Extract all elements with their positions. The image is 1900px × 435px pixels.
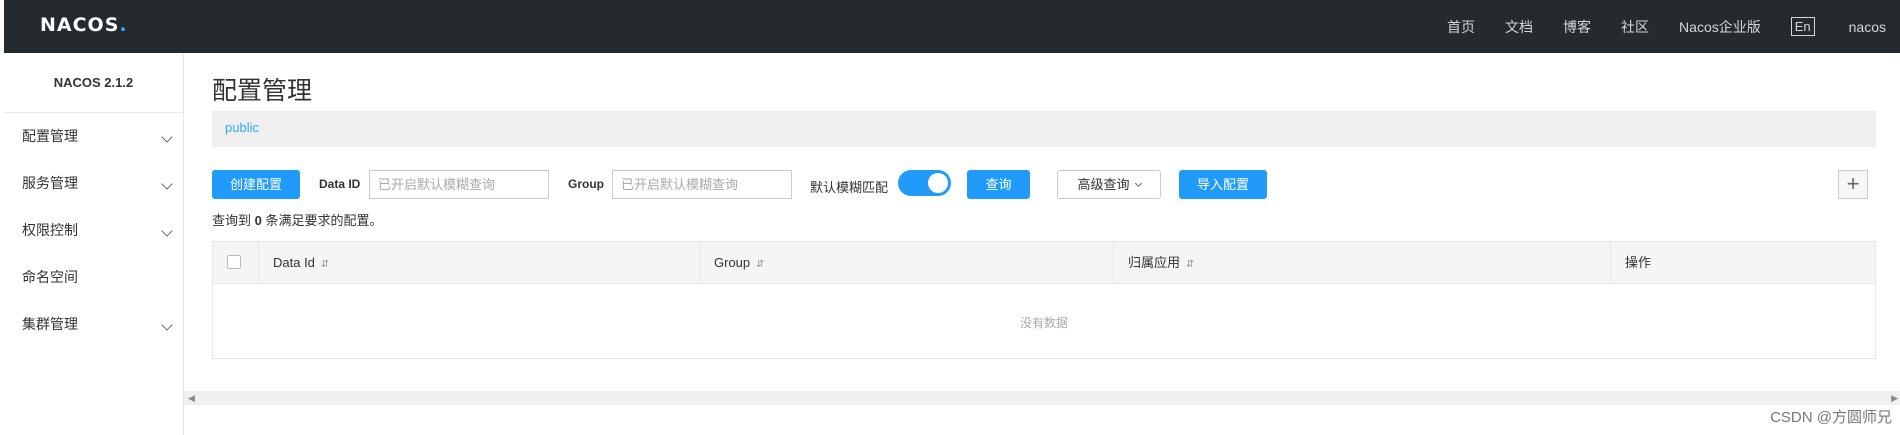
column-header-actions: 操作 xyxy=(1611,242,1875,284)
sidebar-item-label: 服务管理 xyxy=(22,175,78,191)
empty-state-text: 没有数据 xyxy=(1019,316,1068,330)
main-content: 配置管理 public 创建配置 Data ID Group 默认模糊匹配 查询… xyxy=(184,53,1900,435)
logo-dot: . xyxy=(119,14,128,36)
sort-icon[interactable]: ⇵ xyxy=(756,259,764,270)
advanced-search-dropdown[interactable]: 高级查询 xyxy=(1057,170,1161,199)
dataid-label: Data ID xyxy=(319,177,361,191)
namespace-public-link[interactable]: public xyxy=(225,120,259,135)
create-config-button[interactable]: 创建配置 xyxy=(212,170,300,199)
chevron-down-icon xyxy=(161,178,173,190)
column-header-dataid[interactable]: Data Id ⇵ xyxy=(259,242,700,284)
add-icon-button[interactable]: + xyxy=(1838,170,1868,199)
group-search-input[interactable] xyxy=(612,170,792,199)
logo-text: NACOS xyxy=(40,14,120,36)
namespace-bar: public xyxy=(212,111,1876,147)
fuzzy-match-toggle[interactable] xyxy=(898,170,951,196)
chevron-down-icon xyxy=(161,225,173,237)
column-label: Group xyxy=(714,255,751,270)
scroll-left-icon[interactable]: ◀ xyxy=(188,393,195,404)
result-summary: 查询到 0 条满足要求的配置。 xyxy=(212,210,383,229)
sidebar-version-title: NACOS 2.1.2 xyxy=(4,53,183,113)
result-prefix: 查询到 xyxy=(212,213,252,228)
top-nav-links: 首页 文档 博客 社区 Nacos企业版 En nacos xyxy=(1447,0,1900,53)
group-label: Group xyxy=(568,177,604,191)
top-navbar: NACOS. 首页 文档 博客 社区 Nacos企业版 En nacos xyxy=(4,0,1900,53)
dataid-search-input[interactable] xyxy=(369,170,549,199)
select-all-cell xyxy=(213,242,259,284)
import-config-button[interactable]: 导入配置 xyxy=(1179,170,1267,199)
user-menu[interactable]: nacos xyxy=(1849,19,1886,35)
advanced-search-label: 高级查询 xyxy=(1077,177,1130,192)
fuzzy-match-label: 默认模糊匹配 xyxy=(810,180,889,195)
horizontal-scrollbar[interactable]: ◀ ▶ xyxy=(184,391,1900,405)
sidebar-item-service-management[interactable]: 服务管理 xyxy=(4,160,183,207)
result-suffix: 条满足要求的配置。 xyxy=(265,213,383,228)
sidebar-item-label: 权限控制 xyxy=(22,222,78,238)
column-label: 操作 xyxy=(1625,255,1652,270)
app-frame: NACOS. 首页 文档 博客 社区 Nacos企业版 En nacos NAC… xyxy=(0,0,1900,435)
sidebar: NACOS 2.1.2 配置管理 服务管理 权限控制 命名空间 集群管理 xyxy=(4,53,184,435)
chevron-down-icon xyxy=(161,319,173,331)
nav-docs-link[interactable]: 文档 xyxy=(1505,17,1533,37)
language-switch-button[interactable]: En xyxy=(1790,17,1815,36)
sidebar-item-cluster-management[interactable]: 集群管理 xyxy=(4,301,183,348)
nav-enterprise-link[interactable]: Nacos企业版 xyxy=(1679,17,1761,37)
column-header-app[interactable]: 归属应用 ⇵ xyxy=(1114,242,1611,284)
page-title: 配置管理 xyxy=(212,77,313,105)
sidebar-item-config-management[interactable]: 配置管理 xyxy=(4,113,183,160)
column-label: 归属应用 xyxy=(1128,255,1181,270)
chevron-down-icon xyxy=(1134,179,1142,188)
nacos-logo[interactable]: NACOS. xyxy=(40,14,128,38)
nav-blog-link[interactable]: 博客 xyxy=(1563,17,1591,37)
chevron-down-icon xyxy=(161,131,173,143)
select-all-checkbox[interactable] xyxy=(227,255,241,269)
sidebar-item-label: 命名空间 xyxy=(22,269,78,285)
scroll-right-icon[interactable]: ▶ xyxy=(1891,393,1898,404)
column-label: Data Id xyxy=(273,255,315,270)
sort-icon[interactable]: ⇵ xyxy=(321,259,329,270)
config-table: Data Id ⇵ Group ⇵ 归属应用 ⇵ 操作 没有数据 xyxy=(212,241,1876,359)
nav-home-link[interactable]: 首页 xyxy=(1447,17,1475,37)
result-count: 0 xyxy=(254,213,262,228)
watermark: CSDN @方圆师兄 xyxy=(1770,409,1892,426)
sidebar-item-namespace[interactable]: 命名空间 xyxy=(4,254,183,301)
table-header: Data Id ⇵ Group ⇵ 归属应用 ⇵ 操作 xyxy=(213,242,1875,284)
sidebar-item-label: 配置管理 xyxy=(22,128,78,144)
column-header-group[interactable]: Group ⇵ xyxy=(700,242,1114,284)
sidebar-item-label: 集群管理 xyxy=(22,316,78,332)
nav-community-link[interactable]: 社区 xyxy=(1621,17,1649,37)
search-button[interactable]: 查询 xyxy=(967,170,1030,199)
sort-icon[interactable]: ⇵ xyxy=(1186,259,1194,270)
sidebar-item-access-control[interactable]: 权限控制 xyxy=(4,207,183,254)
toggle-knob xyxy=(928,173,948,193)
